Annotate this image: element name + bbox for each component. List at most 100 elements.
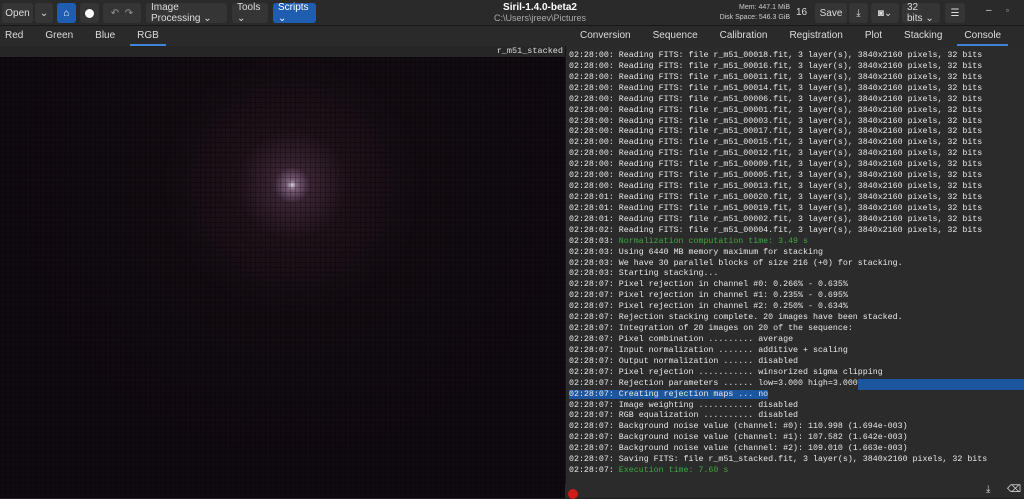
maximize-button[interactable]: ▫ [1006, 6, 1009, 15]
console-line: 02:28:00: Reading FITS: file r_m51_00003… [569, 117, 1024, 128]
console-timestamp: 02:28:07: [569, 345, 619, 355]
console-timestamp: 02:28:00: [569, 116, 619, 126]
bit-depth-select[interactable]: 32 bits ⌄ [902, 2, 940, 24]
console-line: 02:28:00: Reading FITS: file r_m51_00016… [569, 62, 1024, 73]
console-message: Execution time: 7.60 s [618, 466, 729, 476]
console-message: Background noise value (channel: #1): 10… [618, 433, 908, 443]
scripts-menu[interactable]: Scripts ⌄ [273, 2, 316, 24]
image-processing-menu[interactable]: Image Processing ⌄ [146, 2, 227, 24]
open-button[interactable]: Open [2, 3, 33, 23]
console-line: 02:28:07: Pixel rejection in channel #1:… [569, 291, 1024, 302]
main-menu-button[interactable]: ☰ [945, 3, 965, 23]
image-canvas[interactable] [0, 57, 565, 498]
snapshot-button[interactable]: ◙⌄ [871, 3, 899, 23]
live-stack-button[interactable] [80, 3, 99, 23]
console-timestamp: 02:28:00: [569, 138, 619, 148]
console-line: 02:28:07: Creating rejection maps ... no [569, 389, 1024, 401]
tab-plot[interactable]: Plot [854, 26, 893, 46]
export-button[interactable]: ⤓ [849, 3, 868, 23]
window-title: Siril-1.4.0-beta2 C:\Users\jreev\Picture… [440, 2, 640, 23]
console-timestamp: 02:28:07: [569, 444, 619, 454]
tab-rgb[interactable]: RGB [126, 26, 170, 46]
home-button[interactable]: ⌂ [57, 3, 76, 23]
console-line: 02:28:00: Reading FITS: file r_m51_00018… [569, 51, 1024, 62]
console-timestamp: 02:28:07: [569, 291, 619, 301]
console-timestamp: 02:28:00: [569, 83, 619, 93]
chevron-down-icon: ⌄ [39, 7, 49, 19]
zoom-value[interactable]: 16 [796, 7, 807, 18]
console-log[interactable]: 02:28:00: Reading FITS: file r_m51_00018… [565, 46, 1024, 484]
console-line: 02:28:00: Reading FITS: file r_m51_00013… [569, 182, 1024, 193]
redo-icon[interactable]: ↷ [125, 8, 133, 19]
home-icon: ⌂ [63, 7, 70, 19]
console-message: Background noise value (channel: #2): 10… [618, 444, 908, 454]
header-bar: Open ⌄ ⌂ ↶ ↷ Image Processing ⌄ Tools ⌄ S… [0, 0, 1024, 26]
console-message: Reading FITS: file r_m51_00001.fit, 3 la… [618, 105, 983, 115]
console-timestamp: 02:28:01: [569, 192, 619, 202]
console-footer: ⤓ ⌫ [565, 484, 1024, 499]
tab-calibration[interactable]: Calibration [709, 26, 779, 46]
console-line: 02:28:03: Normalization computation time… [569, 237, 1024, 248]
tab-blue[interactable]: Blue [84, 26, 126, 46]
console-message: Reading FITS: file r_m51_00020.fit, 3 la… [618, 192, 983, 202]
console-message: Image weighting ........... disabled [618, 400, 799, 410]
console-message: Input normalization ....... additive + s… [618, 345, 848, 355]
console-timestamp: 02:28:03: [569, 236, 619, 246]
clear-console-icon[interactable]: ⌫ [1007, 484, 1021, 495]
circle-icon [85, 8, 94, 18]
console-line: 02:28:07: Background noise value (channe… [569, 444, 1024, 455]
console-timestamp: 02:28:07: [569, 280, 619, 290]
channel-tabs: Red Green Blue RGB [0, 26, 565, 46]
panel-tabs: Conversion Sequence Calibration Registra… [565, 26, 1024, 46]
tab-sequence[interactable]: Sequence [642, 26, 709, 46]
console-message: Background noise value (channel: #0): 11… [618, 422, 908, 432]
console-timestamp: 02:28:01: [569, 214, 619, 224]
minimize-button[interactable]: – [986, 5, 992, 16]
selection-highlight [857, 378, 1024, 390]
console-message: Pixel combination ......... average [618, 334, 794, 344]
console-message: Normalization computation time: 3.49 s [618, 236, 808, 246]
console-message: Rejection parameters ...... low=3.000 hi… [618, 378, 858, 388]
console-line: 02:28:00: Reading FITS: file r_m51_00009… [569, 160, 1024, 171]
console-timestamp: 02:28:07: [569, 389, 619, 399]
console-line: 02:28:00: Reading FITS: file r_m51_00011… [569, 73, 1024, 84]
tab-console[interactable]: Console [953, 26, 1012, 46]
console-timestamp: 02:28:03: [569, 247, 619, 257]
console-line: 02:28:07: Image weighting ........... di… [569, 401, 1024, 412]
hamburger-icon: ☰ [950, 7, 960, 19]
console-message: Reading FITS: file r_m51_00009.fit, 3 la… [618, 160, 983, 170]
tab-registration[interactable]: Registration [778, 26, 853, 46]
console-message: Reading FITS: file r_m51_00005.fit, 3 la… [618, 171, 983, 181]
console-timestamp: 02:28:00: [569, 94, 619, 104]
console-message: Reading FITS: file r_m51_00016.fit, 3 la… [618, 61, 983, 71]
console-timestamp: 02:28:07: [569, 466, 619, 476]
console-timestamp: 02:28:00: [569, 171, 619, 181]
console-message: Reading FITS: file r_m51_00015.fit, 3 la… [618, 138, 983, 148]
console-message: Reading FITS: file r_m51_00012.fit, 3 la… [618, 149, 983, 159]
console-message: Rejection stacking complete. 20 images h… [618, 313, 903, 323]
tab-conversion[interactable]: Conversion [569, 26, 642, 46]
tab-stacking[interactable]: Stacking [893, 26, 953, 46]
console-timestamp: 02:28:00: [569, 127, 619, 137]
undo-icon[interactable]: ↶ [111, 8, 119, 19]
console-timestamp: 02:28:07: [569, 367, 619, 377]
console-timestamp: 02:28:07: [569, 422, 619, 432]
download-icon: ⤓ [856, 7, 861, 19]
console-line: 02:28:07: Output normalization ...... di… [569, 357, 1024, 368]
console-timestamp: 02:28:02: [569, 225, 619, 235]
tab-green[interactable]: Green [34, 26, 84, 46]
recent-dropdown-button[interactable]: ⌄ [35, 3, 53, 23]
console-line: 02:28:00: Reading FITS: file r_m51_00014… [569, 84, 1024, 95]
scroll-to-end-icon[interactable]: ⤓ [986, 484, 990, 495]
console-message: Pixel rejection in channel #1: 0.235% - … [618, 291, 848, 301]
console-line: 02:28:00: Reading FITS: file r_m51_00001… [569, 106, 1024, 117]
console-message: Reading FITS: file r_m51_00013.fit, 3 la… [618, 182, 983, 192]
tools-menu[interactable]: Tools ⌄ [232, 2, 268, 24]
console-timestamp: 02:28:07: [569, 455, 619, 465]
console-message: Reading FITS: file r_m51_00017.fit, 3 la… [618, 127, 983, 137]
image-name-label: r_m51_stacked [0, 46, 565, 57]
tab-red[interactable]: Red [0, 26, 34, 46]
console-line: 02:28:03: Starting stacking... [569, 269, 1024, 280]
console-timestamp: 02:28:00: [569, 105, 619, 115]
save-button[interactable]: Save [815, 3, 847, 23]
